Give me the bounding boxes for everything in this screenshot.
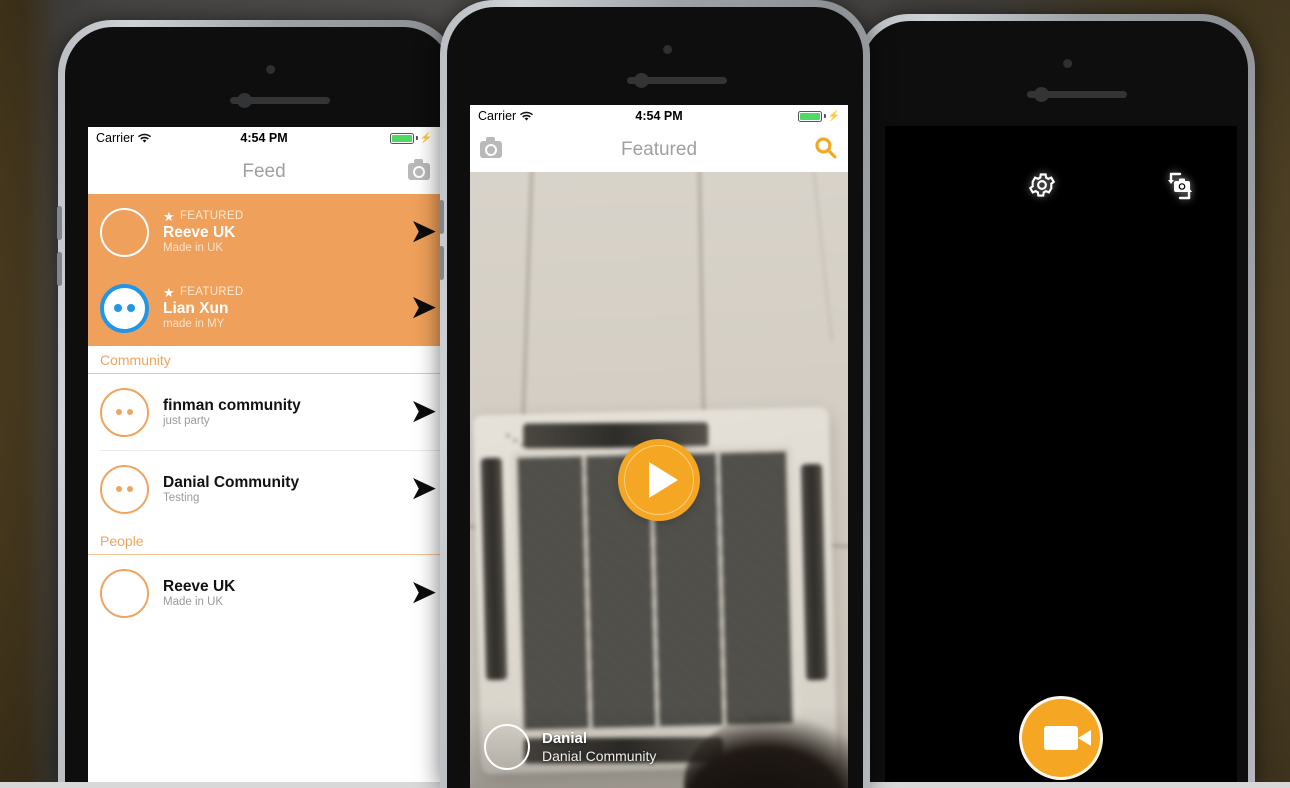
featured-label: FEATURED [179,210,244,223]
chevron-right-icon: ➤ [410,291,436,324]
phone-mockup-left: Carrier 4:54 PM ⚡ Feed ★ FEATURED Reeve … [57,20,458,788]
avatar [100,207,149,257]
row-title: finman community [163,396,301,414]
phone-mockup-right [854,14,1255,788]
chevron-right-icon: ➤ [410,395,436,428]
video-player[interactable]: Danial Danial Community [470,172,848,788]
volume-up-button[interactable] [57,206,62,240]
screen-right [885,126,1237,788]
list-item[interactable]: Danial Community Testing ➤ [88,451,440,527]
status-right-group: ⚡ [389,132,432,144]
avatar [100,283,149,333]
proximity-sensor-icon [266,65,276,74]
avatar [100,464,149,514]
row-subtitle: Testing [163,492,200,505]
status-right-group: ⚡ [797,110,840,122]
face-glyph [116,409,133,415]
row-title: Reeve UK [163,577,236,595]
clock-label: 4:54 PM [240,131,288,145]
row-title: Reeve UK [163,223,236,241]
chevron-right-icon: ➤ [410,472,436,505]
page-title: Feed [242,160,286,182]
section-header-people: People [88,527,440,555]
list-item[interactable]: finman community just party ➤ [88,374,440,450]
battery-tip [823,114,826,118]
chevron-right-icon: ➤ [410,215,436,248]
row-subtitle: made in MY [163,318,225,331]
camera-flip-icon[interactable] [1161,170,1199,207]
featured-badge: ★ FEATURED [163,286,428,299]
avatar [100,387,149,437]
row-title: Lian Xun [163,299,229,317]
battery-icon [389,132,414,144]
face-glyph [114,304,135,312]
row-subtitle: Made in UK [163,596,224,609]
avatar [100,568,149,618]
gear-icon[interactable] [1027,170,1057,205]
featured-row[interactable]: ★ FEATURED Lian Xun made in MY ➤ [88,270,440,346]
volume-down-button[interactable] [439,246,444,280]
bolt-icon: ⚡ [419,132,432,144]
avatar [484,724,530,770]
face-glyph [116,486,133,492]
proximity-sensor-icon [663,45,673,54]
nav-bar-center: Featured [470,127,848,172]
record-button[interactable] [1019,696,1103,780]
section-header-community: Community [88,346,440,374]
battery-icon [797,110,822,122]
featured-row[interactable]: ★ FEATURED Reeve UK Made in UK ➤ [88,194,440,270]
status-bar-center: Carrier 4:54 PM ⚡ [470,105,848,127]
chevron-right-icon: ➤ [410,576,436,609]
row-title: Danial Community [163,473,300,491]
earpiece-speaker [627,77,727,84]
status-bar-left: Carrier 4:54 PM ⚡ [88,127,440,149]
clock-label: 4:54 PM [635,109,683,123]
video-camera-icon [1044,726,1091,750]
star-icon: ★ [163,284,175,300]
play-icon [649,462,678,498]
author-community: Danial Community [542,748,657,764]
video-author-overlay[interactable]: Danial Danial Community [470,706,848,788]
bolt-icon: ⚡ [827,110,840,122]
volume-down-button[interactable] [57,252,62,286]
earpiece-speaker [230,97,330,104]
author-name: Danial [542,730,588,747]
list-item[interactable]: Reeve UK Made in UK ➤ [88,555,440,631]
proximity-sensor-icon [1063,59,1073,68]
screen-left: Carrier 4:54 PM ⚡ Feed ★ FEATURED Reeve … [88,127,440,788]
featured-badge: ★ FEATURED [163,210,428,223]
battery-tip [415,136,418,140]
row-subtitle: just party [163,415,210,428]
earpiece-speaker [1027,91,1127,98]
volume-up-button[interactable] [439,200,444,234]
row-subtitle: Made in UK [163,242,224,255]
camera-icon[interactable] [408,159,430,180]
phone-mockup-center: Carrier 4:54 PM ⚡ Featured Danial Danial… [439,0,870,788]
featured-section: ★ FEATURED Reeve UK Made in UK ➤ ★ FEATU… [88,194,440,346]
play-button[interactable] [618,439,700,521]
featured-label: FEATURED [179,286,244,299]
star-icon: ★ [163,208,175,224]
nav-bar-left: Feed [88,149,440,194]
page-title: Featured [620,138,698,160]
feed-empty-space [88,631,440,788]
screen-center: Carrier 4:54 PM ⚡ Featured Danial Danial… [470,105,848,788]
